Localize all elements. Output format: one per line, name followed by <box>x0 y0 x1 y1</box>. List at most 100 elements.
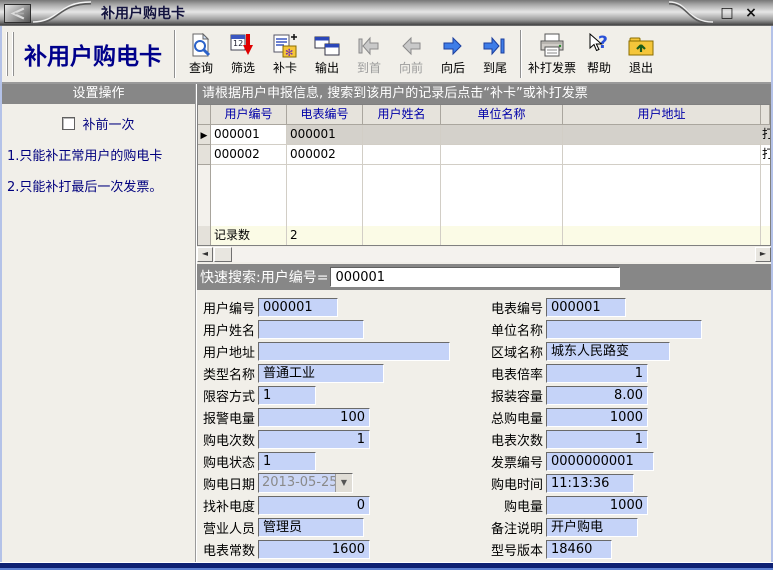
invoice-number-field[interactable]: 0000000001 <box>546 452 654 471</box>
table-cell <box>563 125 761 145</box>
field-label: 限容方式 <box>197 386 255 405</box>
meter-id-field[interactable]: 000001 <box>546 298 626 317</box>
type-name-field[interactable]: 普通工业 <box>258 364 384 383</box>
print-invoice-button[interactable]: 补打发票 <box>526 32 578 77</box>
table-header-row: 用户编号 电表编号 用户姓名 单位名称 用户地址 <box>198 105 770 125</box>
adjustment-energy-field[interactable]: 0 <box>258 496 370 515</box>
field-label: 营业人员 <box>197 518 255 537</box>
sidebar: 设置操作 补前一次 1.只能补正常用户的购电卡 2.只能补打最后一次发票。 <box>2 84 196 562</box>
field-label: 用户编号 <box>197 298 255 317</box>
export-icon <box>314 33 340 59</box>
operator-field[interactable]: 管理员 <box>258 518 364 537</box>
svg-text:✻: ✻ <box>285 48 293 59</box>
field-label: 单位名称 <box>485 320 543 339</box>
close-button[interactable]: × <box>739 5 763 21</box>
main-panel: 请根据用户申报信息, 搜索到该用户的记录后点击“补卡”或补打发票 用户编号 电表… <box>196 84 771 562</box>
help-icon: ? <box>586 33 612 59</box>
unit-name-field[interactable] <box>546 320 702 339</box>
export-button[interactable]: 输出 <box>306 32 348 77</box>
table-cell <box>441 145 563 165</box>
total-energy-field[interactable]: 1000 <box>546 408 648 427</box>
quick-search-input[interactable] <box>330 267 620 287</box>
filter-button[interactable]: 12 筛选 <box>222 32 264 77</box>
maximize-button[interactable]: □ <box>715 5 739 21</box>
previous-record-button: 向前 <box>390 32 432 77</box>
reissue-card-button-label: 补卡 <box>273 59 297 76</box>
svg-text:12: 12 <box>233 39 243 48</box>
meter-ratio-field[interactable]: 1 <box>546 364 648 383</box>
installed-capacity-field[interactable]: 8.00 <box>546 386 648 405</box>
last-record-button[interactable]: 到尾 <box>474 32 516 77</box>
purchase-time-field[interactable]: 11:13:36 <box>546 474 634 493</box>
purchase-count-field[interactable]: 1 <box>258 430 370 449</box>
field-label: 购电量 <box>485 496 543 515</box>
reissue-previous-checkbox-label: 补前一次 <box>82 114 134 133</box>
detail-form: 用户编号000001 用户姓名 用户地址 类型名称普通工业 限容方式1 报警电量… <box>197 290 771 562</box>
instruction-bar: 请根据用户申报信息, 搜索到该用户的记录后点击“补卡”或补打发票 <box>197 84 771 104</box>
window-title: 补用户购电卡 <box>101 3 185 23</box>
help-button[interactable]: ? 帮助 <box>578 32 620 77</box>
meter-constant-field[interactable]: 1600 <box>258 540 370 559</box>
reissue-previous-checkbox-row[interactable]: 补前一次 <box>2 114 195 133</box>
user-table: 用户编号 电表编号 用户姓名 单位名称 用户地址 ▶ 000001 000001 <box>197 104 771 246</box>
titlebar-swoosh-left <box>33 1 91 25</box>
first-record-button: 到首 <box>348 32 390 77</box>
field-label: 报警电量 <box>197 408 255 427</box>
table-empty-area <box>198 165 770 226</box>
query-button[interactable]: 查询 <box>180 32 222 77</box>
table-cell: 000002 <box>211 145 287 165</box>
first-record-icon <box>356 33 382 59</box>
filter-icon: 12 <box>230 33 256 59</box>
field-label: 备注说明 <box>485 518 543 537</box>
user-address-field[interactable] <box>258 342 450 361</box>
scrollbar-track[interactable] <box>232 247 755 262</box>
chevron-down-icon[interactable]: ▼ <box>335 474 352 492</box>
quick-search-label: 快速搜索:用户编号= <box>200 267 328 287</box>
print-invoice-button-label: 补打发票 <box>528 59 576 76</box>
title-bar: 补用户购电卡 □ × <box>0 0 773 26</box>
scrollbar-thumb[interactable] <box>214 247 232 262</box>
table-cell: 000001 <box>211 125 287 145</box>
table-cell <box>563 145 761 165</box>
reissue-card-button[interactable]: ✻ 补卡 <box>264 32 306 77</box>
field-label: 电表常数 <box>197 540 255 559</box>
titlebar-swoosh-right <box>669 1 713 25</box>
record-count-value: 2 <box>287 226 363 245</box>
purchase-energy-field[interactable]: 1000 <box>546 496 648 515</box>
selected-row-arrow-icon: ▶ <box>201 131 208 141</box>
purchase-status-field[interactable]: 1 <box>258 452 316 471</box>
region-name-field[interactable]: 城东人民路变 <box>546 342 670 361</box>
sidebar-note-2: 2.只能补打最后一次发票。 <box>7 176 195 195</box>
user-id-field[interactable]: 000001 <box>258 298 338 317</box>
column-header-user-address: 用户地址 <box>563 105 761 125</box>
column-header-meter-id: 电表编号 <box>287 105 363 125</box>
alarm-energy-field[interactable]: 100 <box>258 408 370 427</box>
field-label: 购电次数 <box>197 430 255 449</box>
scroll-left-button[interactable]: ◄ <box>197 247 213 262</box>
remark-field[interactable]: 开户购电 <box>546 518 638 537</box>
table-horizontal-scrollbar[interactable]: ◄ ► <box>197 247 771 262</box>
next-record-icon <box>440 33 466 59</box>
reissue-previous-checkbox[interactable] <box>62 117 75 130</box>
table-row[interactable]: 000002 000002 打 <box>198 145 770 165</box>
scroll-right-button[interactable]: ► <box>755 247 771 262</box>
column-header-user-name: 用户姓名 <box>363 105 441 125</box>
next-record-button[interactable]: 向后 <box>432 32 474 77</box>
purchase-date-combobox[interactable]: 2013-05-25▼ <box>258 473 353 493</box>
model-version-field[interactable]: 18460 <box>546 540 612 559</box>
table-cell: 000002 <box>287 145 363 165</box>
exit-button[interactable]: 退出 <box>620 32 662 77</box>
table-cell-clipped: 打 <box>761 145 770 165</box>
table-row[interactable]: ▶ 000001 000001 打 <box>198 125 770 145</box>
field-label: 发票编号 <box>485 452 543 471</box>
column-header-clipped <box>761 105 770 125</box>
user-name-field[interactable] <box>258 320 364 339</box>
meter-count-field[interactable]: 1 <box>546 430 648 449</box>
column-header-user-id: 用户编号 <box>211 105 287 125</box>
table-cell <box>363 125 441 145</box>
capacity-limit-mode-field[interactable]: 1 <box>258 386 316 405</box>
column-header-unit-name: 单位名称 <box>441 105 563 125</box>
quick-search-bar: 快速搜索:用户编号= <box>197 264 771 290</box>
table-cell <box>363 145 441 165</box>
page-title: 补用户购电卡 <box>24 37 162 71</box>
